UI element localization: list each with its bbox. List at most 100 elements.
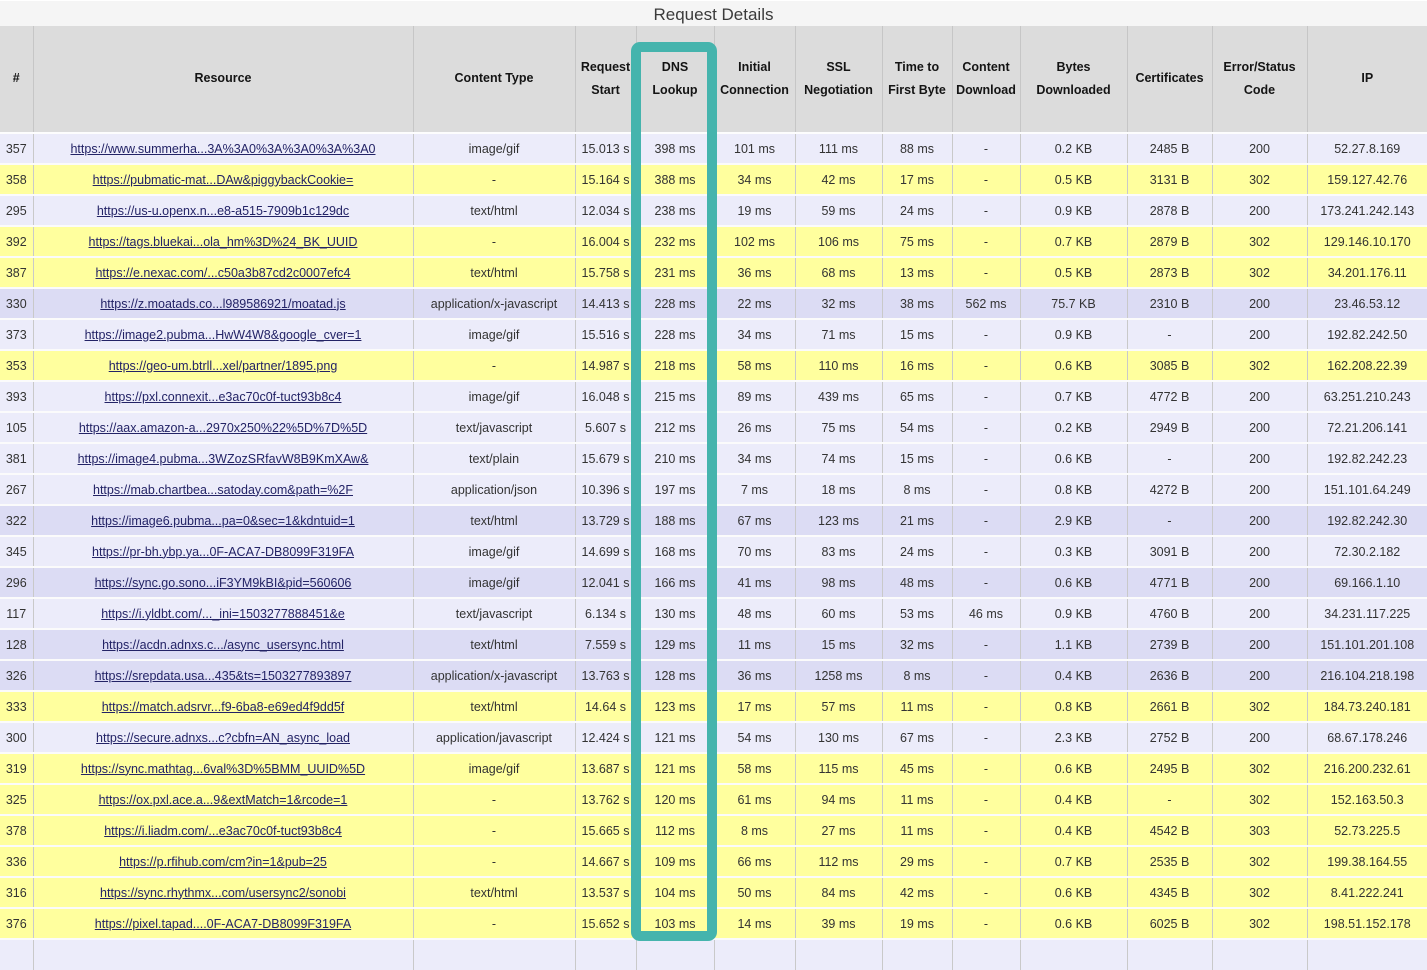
resource-link[interactable]: https://mab.chartbea...satoday.com&path=… <box>93 483 353 497</box>
ssl-negotiation-cell: 111 ms <box>795 133 882 164</box>
initial-connection-cell: 22 ms <box>714 288 795 319</box>
status-code-cell: 200 <box>1212 474 1307 505</box>
ip-cell: 69.166.1.10 <box>1307 567 1427 598</box>
request-details-page: Request Details #ResourceContent TypeReq… <box>0 0 1427 946</box>
resource-link[interactable]: https://geo-um.btrll...xel/partner/1895.… <box>109 359 338 373</box>
resource-link[interactable]: https://pxl.connexit...e3ac70c0f-tuct93b… <box>105 390 342 404</box>
bytes-downloaded-cell: 1.1 KB <box>1020 629 1127 660</box>
ssl-negotiation-cell: 59 ms <box>795 195 882 226</box>
status-code-cell: 200 <box>1212 660 1307 691</box>
request-start-cell: 14.667 s <box>575 846 636 877</box>
initial-connection-cell: 89 ms <box>714 381 795 412</box>
ssl-negotiation-cell: 98 ms <box>795 567 882 598</box>
ip-cell: 159.127.42.76 <box>1307 164 1427 195</box>
resource-link[interactable]: https://p.rfihub.com/cm?in=1&pub=25 <box>119 855 327 869</box>
table-row-request-387: 387https://e.nexac.com/...c50a3b87cd2c00… <box>0 257 1427 288</box>
resource-link[interactable]: https://i.liadm.com/...e3ac70c0f-tuct93b… <box>104 824 342 838</box>
status-code-cell: 200 <box>1212 443 1307 474</box>
resource-link[interactable]: https://match.adsrvr...f9-6ba8-e69ed4f9d… <box>102 700 345 714</box>
dns-lookup-cell: 168 ms <box>636 536 714 567</box>
content-download-cell: - <box>952 443 1020 474</box>
resource-cell: https://i.liadm.com/...e3ac70c0f-tuct93b… <box>33 815 413 846</box>
resource-link[interactable]: https://secure.adnxs...c?cbfn=AN_async_l… <box>96 731 350 745</box>
resource-link[interactable]: https://i.yldbt.com/..._ini=150327788845… <box>101 607 345 621</box>
time-to-first-byte-cell: 13 ms <box>882 257 952 288</box>
resource-link[interactable]: https://acdn.adnxs.c.../async_usersync.h… <box>102 638 344 652</box>
content-download-cell: - <box>952 753 1020 784</box>
ssl-negotiation-cell: 60 ms <box>795 598 882 629</box>
initial-connection-cell: 8 ms <box>714 815 795 846</box>
request-start-cell: 6.134 s <box>575 598 636 629</box>
content-download-cell: - <box>952 474 1020 505</box>
time-to-first-byte-cell: 11 ms <box>882 815 952 846</box>
content-download-cell: - <box>952 691 1020 722</box>
resource-link[interactable]: https://image2.pubma...HwW4W8&google_cve… <box>85 328 362 342</box>
num-cell: 322 <box>0 505 33 536</box>
time-to-first-byte-cell: 54 ms <box>882 412 952 443</box>
resource-cell: https://sync.mathtag...6val%3D%5BMM_UUID… <box>33 753 413 784</box>
status-code-cell: 302 <box>1212 846 1307 877</box>
status-code-cell: 200 <box>1212 381 1307 412</box>
content-download-cell: - <box>952 505 1020 536</box>
resource-link[interactable]: https://sync.rhythmx...com/usersync2/son… <box>100 886 346 900</box>
initial-connection-cell: 17 ms <box>714 691 795 722</box>
bytes-downloaded-cell: 0.2 KB <box>1020 133 1127 164</box>
certificates-cell: - <box>1127 784 1212 815</box>
resource-link[interactable]: https://z.moatads.co...l989586921/moatad… <box>100 297 345 311</box>
resource-link[interactable]: https://ox.pxl.ace.a...9&extMatch=1&rcod… <box>99 793 348 807</box>
ip-cell: 151.101.201.108 <box>1307 629 1427 660</box>
resource-link[interactable]: https://image6.pubma...pa=0&sec=1&kdntui… <box>91 514 355 528</box>
num-cell: 330 <box>0 288 33 319</box>
content-type-cell: - <box>413 908 575 939</box>
column-header-ip: IP <box>1307 26 1427 133</box>
content-type-cell: text/javascript <box>413 598 575 629</box>
initial-connection-cell: 66 ms <box>714 846 795 877</box>
ip-cell: 173.241.242.143 <box>1307 195 1427 226</box>
resource-link[interactable]: https://aax.amazon-a...2970x250%22%5D%7D… <box>79 421 367 435</box>
bytes-downloaded-cell: 0.6 KB <box>1020 443 1127 474</box>
resource-link[interactable]: https://image4.pubma...3WZozSRfavW8B9KmX… <box>78 452 369 466</box>
content-type-cell: text/javascript <box>413 412 575 443</box>
num-cell: 373 <box>0 319 33 350</box>
table-row-request-326: 326https://srepdata.usa...435&ts=1503277… <box>0 660 1427 691</box>
dns-lookup-cell: 130 ms <box>636 598 714 629</box>
certificates-cell: 2636 B <box>1127 660 1212 691</box>
certificates-cell: 4272 B <box>1127 474 1212 505</box>
column-header-time_to_first_byte: Time to First Byte <box>882 26 952 133</box>
dns-lookup-cell: 123 ms <box>636 691 714 722</box>
resource-link[interactable]: https://www.summerha...3A%3A0%3A%3A0%3A%… <box>70 142 375 156</box>
content-download-cell: - <box>952 629 1020 660</box>
content-type-cell: image/gif <box>413 567 575 598</box>
resource-link[interactable]: https://us-u.openx.n...e8-a515-7909b1c12… <box>97 204 349 218</box>
resource-cell: https://secure.adnxs...c?cbfn=AN_async_l… <box>33 722 413 753</box>
resource-link[interactable]: https://pr-bh.ybp.ya...0F-ACA7-DB8099F31… <box>92 545 354 559</box>
resource-link[interactable]: https://pubmatic-mat...DAw&piggybackCook… <box>93 173 354 187</box>
resource-link[interactable]: https://e.nexac.com/...c50a3b87cd2c0007e… <box>95 266 350 280</box>
ip-cell: 129.146.10.170 <box>1307 226 1427 257</box>
resource-cell: https://aax.amazon-a...2970x250%22%5D%7D… <box>33 412 413 443</box>
resource-link[interactable]: https://sync.mathtag...6val%3D%5BMM_UUID… <box>81 762 365 776</box>
resource-cell: https://ox.pxl.ace.a...9&extMatch=1&rcod… <box>33 784 413 815</box>
time-to-first-byte-cell: 29 ms <box>882 846 952 877</box>
time-to-first-byte-cell: 24 ms <box>882 195 952 226</box>
content-download-cell: - <box>952 412 1020 443</box>
resource-link[interactable]: https://sync.go.sono...iF3YM9kBI&pid=560… <box>95 576 352 590</box>
certificates-cell: 2535 B <box>1127 846 1212 877</box>
initial-connection-cell: 26 ms <box>714 412 795 443</box>
column-header-content_download: Content Download <box>952 26 1020 133</box>
content-download-cell: - <box>952 319 1020 350</box>
certificates-cell: 4542 B <box>1127 815 1212 846</box>
resource-link[interactable]: https://srepdata.usa...435&ts=1503277893… <box>95 669 352 683</box>
certificates-cell: 2485 B <box>1127 133 1212 164</box>
resource-cell: https://geo-um.btrll...xel/partner/1895.… <box>33 350 413 381</box>
content-download-cell: - <box>952 164 1020 195</box>
column-header-resource: Resource <box>33 26 413 133</box>
dns-lookup-cell: 129 ms <box>636 629 714 660</box>
column-header-dns_lookup: DNS Lookup <box>636 26 714 133</box>
content-download-cell: - <box>952 536 1020 567</box>
resource-link[interactable]: https://tags.bluekai...ola_hm%3D%24_BK_U… <box>89 235 358 249</box>
resource-link[interactable]: https://pixel.tapad....0F-ACA7-DB8099F31… <box>95 917 351 931</box>
column-header-ssl_negotiation: SSL Negotiation <box>795 26 882 133</box>
dns-lookup-cell: 197 ms <box>636 474 714 505</box>
request-details-table: #ResourceContent TypeRequest StartDNS Lo… <box>0 26 1427 970</box>
